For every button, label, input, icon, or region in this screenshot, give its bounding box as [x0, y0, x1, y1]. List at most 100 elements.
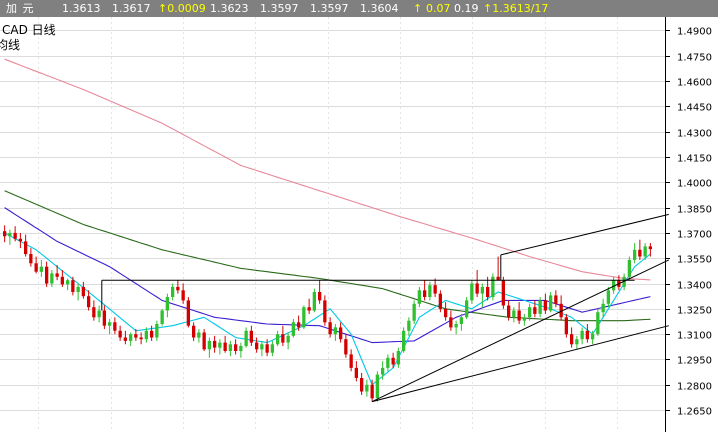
candle-body — [570, 334, 574, 345]
candle-body — [297, 322, 301, 328]
candle-body — [160, 310, 164, 324]
candle-body — [643, 246, 647, 257]
candle-body — [564, 317, 568, 335]
candle-body — [486, 286, 490, 297]
quote-volume: 0.19 — [454, 2, 479, 15]
candle-body — [627, 259, 631, 277]
candle-body — [176, 286, 180, 291]
candle-body — [281, 334, 285, 343]
candle-body — [354, 367, 358, 378]
candle-body — [454, 324, 458, 328]
candle-body — [45, 266, 49, 284]
axis-tick-label: 1.4150 — [677, 154, 712, 165]
axis-tick-label: 1.3100 — [677, 331, 712, 342]
candle-body — [648, 246, 652, 250]
candle-body — [402, 330, 406, 351]
candle-body — [265, 344, 269, 353]
quote-close: 1.3604 — [360, 2, 399, 15]
candle-body — [192, 325, 196, 338]
axis-tick-label: 1.3400 — [677, 281, 712, 292]
axis-tick-label: 1.3250 — [677, 306, 712, 317]
axis-tick-label: 1.4900 — [677, 27, 712, 38]
quote-change: ↑0.0009 — [158, 2, 206, 15]
candle-body — [102, 310, 106, 326]
candle-body — [129, 334, 133, 341]
candle-body — [13, 232, 17, 239]
candle-body — [291, 322, 295, 336]
candle-body — [596, 312, 600, 335]
candle-body — [543, 300, 547, 311]
candle-body — [97, 310, 101, 318]
quote-high: 1.3623 — [210, 2, 249, 15]
chart-window: 加 元 1.3613 1.3617 ↑0.0009 1.3623 1.3597 … — [0, 0, 718, 432]
candle-body — [633, 249, 637, 260]
candle-body — [249, 330, 253, 343]
candle-body — [197, 332, 201, 338]
candle-body — [507, 305, 511, 318]
candle-body — [512, 310, 516, 318]
candle-body — [459, 317, 463, 324]
candle-body — [475, 283, 479, 294]
candle-body — [312, 292, 316, 311]
candle-body — [417, 290, 421, 304]
candle-body — [480, 286, 484, 294]
candle-body — [407, 320, 411, 331]
axis-tick-label: 1.3550 — [677, 255, 712, 266]
candle-body — [108, 322, 112, 326]
candle-body — [360, 378, 364, 392]
candle-body — [286, 335, 290, 343]
chart-subtitle: 均线 — [0, 38, 20, 52]
axis-tick-label: 1.2800 — [677, 382, 712, 393]
axis-tick-label: 1.4450 — [677, 103, 712, 114]
candle-body — [270, 344, 274, 353]
candle-body — [522, 317, 526, 321]
candle-body — [92, 307, 96, 318]
quote-last: 1.3597 — [310, 2, 349, 15]
candle-body — [29, 254, 33, 264]
candle-body — [87, 296, 91, 308]
candle-body — [344, 339, 348, 355]
candle-body — [24, 241, 28, 255]
candle-body — [438, 293, 442, 309]
candle-body — [333, 327, 337, 335]
candle-body — [606, 290, 610, 304]
quote-open: 1.3613 — [62, 2, 101, 15]
candle-body — [365, 384, 369, 392]
candle-body — [449, 317, 453, 328]
candle-body — [433, 285, 437, 294]
quote-bid-ask: ↑1.3613/17 — [483, 2, 549, 15]
candle-body — [517, 310, 521, 321]
candle-body — [302, 307, 306, 328]
quote-bar: 加 元 1.3613 1.3617 ↑0.0009 1.3623 1.3597 … — [0, 0, 718, 17]
candle-body — [155, 324, 159, 338]
candle-body — [60, 276, 64, 285]
candle-body — [113, 322, 117, 331]
candle-body — [207, 340, 211, 350]
candle-body — [501, 280, 505, 306]
candle-body — [575, 339, 579, 345]
candle-body — [276, 334, 280, 345]
axis-tick-label: 1.4300 — [677, 129, 712, 140]
chart-title: CAD 日线 — [2, 23, 56, 37]
candle-body — [81, 286, 85, 297]
candle-body — [34, 263, 38, 272]
quote-change-pct: 0.07 — [426, 2, 451, 15]
candle-body — [260, 344, 264, 350]
candle-body — [3, 231, 7, 237]
candle-body — [186, 300, 190, 326]
candle-body — [601, 303, 605, 313]
candle-body — [39, 266, 43, 272]
quote-symbol: 加 元 — [6, 2, 35, 15]
candle-body — [181, 290, 185, 301]
candle-body — [171, 286, 175, 297]
candle-body — [144, 330, 148, 340]
candle-body — [328, 322, 332, 335]
price-chart[interactable]: 1.4900 1.4750 1.4600 1.4450 1.4300 1.4150 1.40… — [0, 17, 718, 432]
candle-body — [228, 344, 232, 351]
candle-body — [218, 342, 222, 348]
candle-body — [428, 285, 432, 297]
candle-body — [585, 330, 589, 340]
candle-body — [470, 283, 474, 301]
candle-body — [244, 330, 248, 346]
candle-body — [118, 330, 122, 338]
